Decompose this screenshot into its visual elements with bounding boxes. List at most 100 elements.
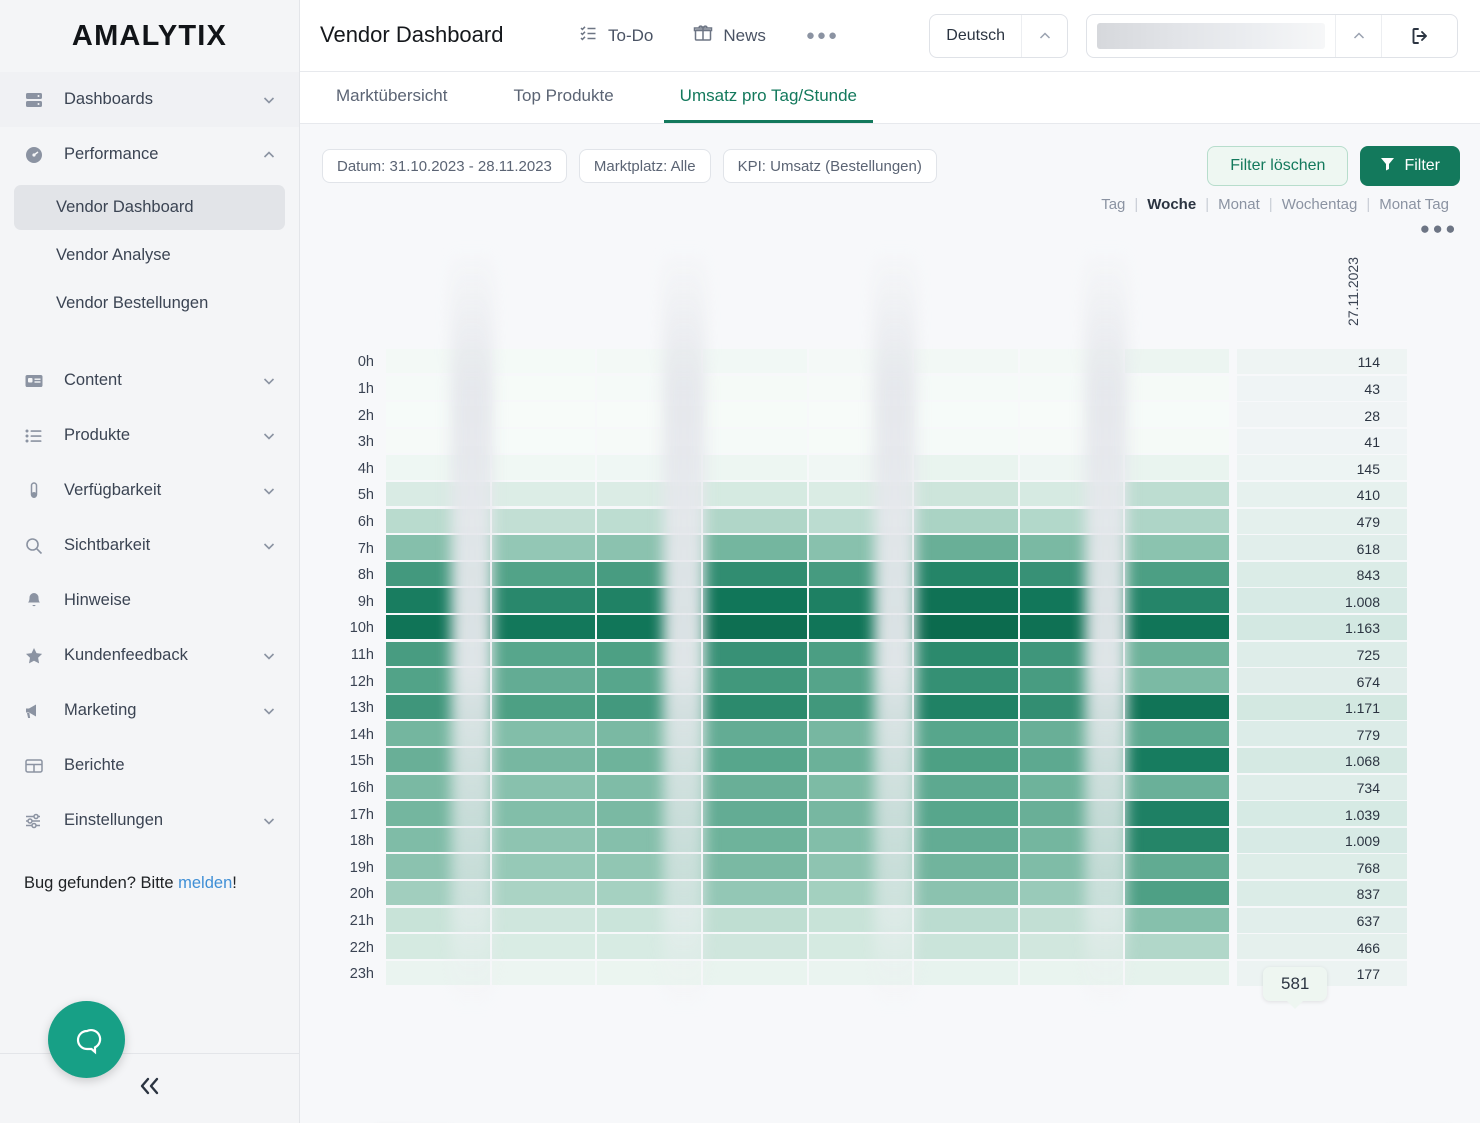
heatmap-cell[interactable]: [1125, 455, 1229, 480]
heatmap-cell[interactable]: [491, 615, 596, 640]
sidebar-item-berichte[interactable]: Berichte: [0, 738, 299, 793]
heatmap-cell[interactable]: [702, 349, 807, 374]
heatmap-cell[interactable]: [914, 375, 1018, 400]
chevron-down-icon[interactable]: [261, 92, 277, 108]
ellipsis-icon[interactable]: ●●●: [806, 27, 839, 44]
sidebar-item-dashboards[interactable]: Dashboards: [0, 72, 299, 127]
top-link-news[interactable]: News: [693, 23, 766, 48]
heatmap-cell[interactable]: [491, 508, 596, 533]
heatmap-cell[interactable]: [491, 907, 596, 932]
chevron-down-icon[interactable]: [261, 813, 277, 829]
heatmap-cell[interactable]: [914, 535, 1018, 560]
heatmap-cell[interactable]: [1125, 748, 1229, 773]
heatmap-cell[interactable]: [1125, 960, 1229, 986]
heatmap-cell[interactable]: [914, 960, 1018, 986]
heatmap-cell[interactable]: [702, 960, 807, 986]
heatmap-cell[interactable]: [491, 482, 596, 507]
heatmap-cell[interactable]: [491, 934, 596, 959]
heatmap-cell[interactable]: [1125, 641, 1229, 666]
heatmap-cell[interactable]: [1125, 827, 1229, 853]
heatmap-cell[interactable]: [702, 428, 807, 454]
heatmap-cell[interactable]: [914, 349, 1018, 374]
heatmap-cell[interactable]: [914, 694, 1018, 720]
heatmap-cell[interactable]: [1125, 588, 1229, 613]
heatmap-cell[interactable]: [702, 694, 807, 720]
chevron-down-icon[interactable]: [261, 373, 277, 389]
sidebar-item-verfuegbarkeit[interactable]: Verfügbarkeit: [0, 463, 299, 518]
chevron-down-icon[interactable]: [261, 703, 277, 719]
sidebar-item-einstellungen[interactable]: Einstellungen: [0, 793, 299, 848]
heatmap-cell[interactable]: [914, 641, 1018, 666]
heatmap-cell[interactable]: [491, 535, 596, 560]
heatmap-cell[interactable]: [1125, 482, 1229, 507]
sidebar-item-marketing[interactable]: Marketing: [0, 683, 299, 738]
heatmap-cell[interactable]: [914, 588, 1018, 613]
heatmap-cell[interactable]: [702, 375, 807, 400]
heatmap-cell[interactable]: [1125, 907, 1229, 932]
chevron-down-icon[interactable]: [261, 648, 277, 664]
tab-top-produkte[interactable]: Top Produkte: [497, 72, 629, 123]
heatmap-cell[interactable]: [914, 721, 1018, 746]
tab-umsatz-pro-tag-stunde[interactable]: Umsatz pro Tag/Stunde: [663, 72, 874, 123]
heatmap-cell[interactable]: [702, 668, 807, 693]
sidebar-item-vendor-analyse[interactable]: Vendor Analyse: [14, 233, 285, 278]
heatmap-cell[interactable]: [914, 934, 1018, 959]
heatmap-cell[interactable]: [1125, 774, 1229, 799]
chevron-down-icon[interactable]: [261, 483, 277, 499]
logout-icon[interactable]: [1381, 14, 1457, 57]
tab-marktuebersicht[interactable]: Marktübersicht: [320, 72, 463, 123]
heatmap-cell[interactable]: [702, 907, 807, 932]
heatmap-cell[interactable]: [491, 774, 596, 799]
heatmap-cell[interactable]: [914, 801, 1018, 826]
heatmap-cell[interactable]: [702, 508, 807, 533]
heatmap-cell[interactable]: [914, 561, 1018, 587]
heatmap-cell[interactable]: [491, 827, 596, 853]
heatmap-cell[interactable]: [914, 881, 1018, 906]
heatmap-cell[interactable]: [914, 827, 1018, 853]
chevron-up-icon[interactable]: [1335, 14, 1381, 57]
heatmap-cell[interactable]: [914, 428, 1018, 454]
language-select[interactable]: Deutsch: [929, 13, 1068, 58]
top-link-todo[interactable]: To-Do: [578, 23, 653, 48]
heatmap-cell[interactable]: [702, 561, 807, 587]
heatmap-cell[interactable]: [1125, 428, 1229, 454]
heatmap-cell[interactable]: [1125, 854, 1229, 879]
sidebar-item-kundenfeedback[interactable]: Kundenfeedback: [0, 628, 299, 683]
heatmap-cell[interactable]: [702, 881, 807, 906]
heatmap-cell[interactable]: [491, 375, 596, 400]
heatmap-cell[interactable]: [914, 508, 1018, 533]
chevron-up-icon[interactable]: [261, 147, 277, 163]
heatmap-cell[interactable]: [702, 721, 807, 746]
heatmap-cell[interactable]: [702, 455, 807, 480]
heatmap-cell[interactable]: [702, 588, 807, 613]
chevron-down-icon[interactable]: [261, 428, 277, 444]
heatmap-cell[interactable]: [702, 641, 807, 666]
heatmap-cell[interactable]: [914, 455, 1018, 480]
heatmap-cell[interactable]: [1125, 561, 1229, 587]
chat-bubble-icon[interactable]: [48, 1001, 125, 1078]
heatmap-cell[interactable]: [1125, 801, 1229, 826]
heatmap-cell[interactable]: [1125, 508, 1229, 533]
heatmap-cell[interactable]: [914, 615, 1018, 640]
heatmap-cell[interactable]: [491, 801, 596, 826]
chevron-up-icon[interactable]: [1021, 14, 1067, 57]
heatmap-cell[interactable]: [491, 748, 596, 773]
heatmap-cell[interactable]: [1125, 881, 1229, 906]
sidebar-item-vendor-dashboard[interactable]: Vendor Dashboard: [14, 185, 285, 230]
heatmap-cell[interactable]: [702, 774, 807, 799]
sidebar-item-content[interactable]: Content: [0, 353, 299, 408]
account-select[interactable]: [1086, 13, 1458, 58]
heatmap-cell[interactable]: [491, 881, 596, 906]
heatmap-cell[interactable]: [702, 402, 807, 427]
heatmap-cell[interactable]: [914, 854, 1018, 879]
heatmap-cell[interactable]: [914, 482, 1018, 507]
heatmap-cell[interactable]: [702, 535, 807, 560]
heatmap-cell[interactable]: [914, 907, 1018, 932]
heatmap-cell[interactable]: [1125, 721, 1229, 746]
heatmap-cell[interactable]: [1125, 402, 1229, 427]
chevron-down-icon[interactable]: [261, 538, 277, 554]
heatmap-cell[interactable]: [914, 774, 1018, 799]
heatmap-cell[interactable]: [702, 854, 807, 879]
heatmap-cell[interactable]: [914, 402, 1018, 427]
heatmap-cell[interactable]: [491, 588, 596, 613]
